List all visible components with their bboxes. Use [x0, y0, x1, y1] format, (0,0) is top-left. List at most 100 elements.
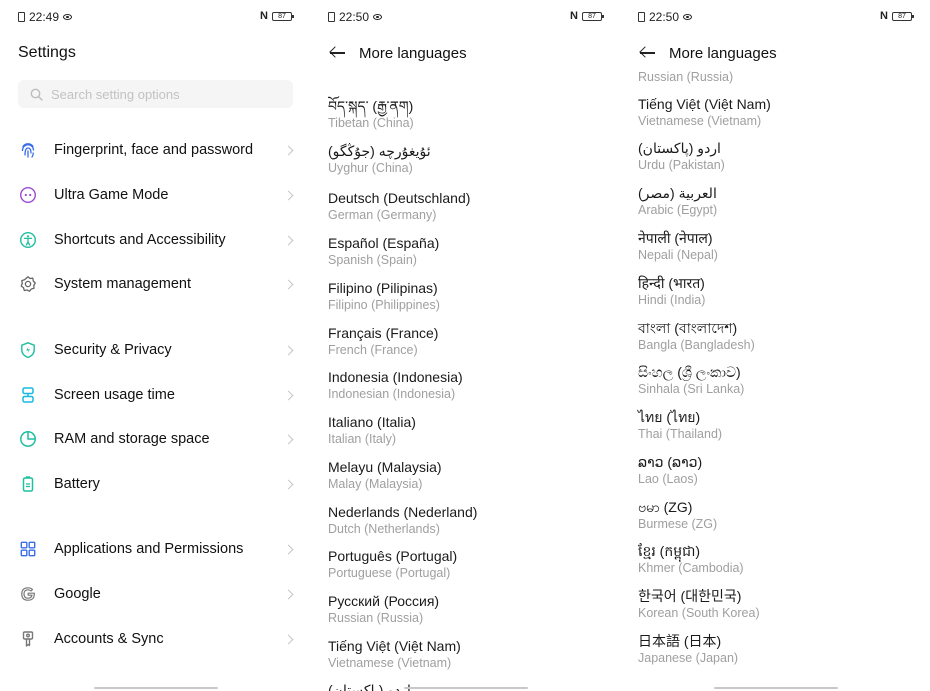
menu-item-ram-storage[interactable]: RAM and storage space — [18, 424, 298, 454]
status-bar: 22:50 N 87 — [328, 10, 604, 26]
status-bar: 22:49 N 87 — [18, 10, 294, 26]
menu-item-security-privacy[interactable]: Security & Privacy — [18, 335, 298, 365]
language-native-name: Filipino (Pilipinas) — [328, 280, 438, 296]
menu-item-shortcuts-accessibility[interactable]: Shortcuts and Accessibility — [18, 225, 298, 255]
language-item[interactable]: اردو (پاکستان) Urdu (Pakistan) — [638, 139, 918, 179]
accessibility-icon — [18, 230, 38, 250]
language-native-name: ລາວ (ລາວ) — [638, 454, 703, 470]
language-item[interactable]: 한국어 (대한민국) Korean (South Korea) — [638, 587, 918, 627]
language-english-name: Portuguese (Portugal) — [328, 566, 451, 580]
menu-item-accounts-sync[interactable]: Accounts & Sync — [18, 624, 298, 654]
language-native-name: Deutsch (Deutschland) — [328, 190, 471, 206]
menu-item-google[interactable]: Google — [18, 579, 298, 609]
home-indicator[interactable] — [714, 687, 838, 689]
settings-screen: 22:49 N 87 Settings Fingerprint, face an… — [0, 0, 310, 691]
menu-item-label: Shortcuts and Accessibility — [54, 232, 226, 248]
language-item[interactable]: Nederlands (Nederland) Dutch (Netherland… — [328, 503, 608, 543]
language-english-name: Bangla (Bangladesh) — [638, 338, 755, 352]
language-item[interactable]: Melayu (Malaysia) Malay (Malaysia) — [328, 458, 608, 498]
language-native-name: ဗမာ (ZG) — [638, 499, 693, 515]
language-item[interactable]: Deutsch (Deutschland) German (Germany) — [328, 189, 608, 229]
language-native-name: বাংলা (বাংলাদেশ) — [638, 320, 738, 336]
chevron-right-icon — [283, 634, 294, 644]
chevron-right-icon — [283, 479, 294, 489]
google-icon — [18, 584, 38, 604]
menu-item-label: RAM and storage space — [54, 431, 210, 447]
back-arrow-icon[interactable] — [638, 43, 658, 63]
home-indicator[interactable] — [94, 687, 218, 689]
hourglass-icon — [18, 385, 38, 405]
status-bar: 22:50 N 87 — [638, 10, 914, 26]
gamepad-icon — [18, 185, 38, 205]
language-english-name: Filipino (Philippines) — [328, 298, 440, 312]
grid-icon — [18, 539, 38, 559]
pie-chart-icon — [18, 429, 38, 449]
language-item[interactable]: اردو (پاکستان) — [328, 681, 608, 691]
language-item[interactable]: Tiếng Việt (Việt Nam) Vietnamese (Vietna… — [638, 95, 918, 135]
chevron-right-icon — [283, 434, 294, 444]
status-time: 22:50 — [649, 10, 680, 24]
language-item[interactable]: ไทย (ไทย) Thai (Thailand) — [638, 408, 918, 448]
language-item[interactable]: 日本語 (日本) Japanese (Japan) — [638, 632, 918, 672]
language-item[interactable]: Tiếng Việt (Việt Nam) Vietnamese (Vietna… — [328, 637, 608, 677]
fingerprint-icon — [18, 140, 38, 160]
language-item[interactable]: ဗမာ (ZG) Burmese (ZG) — [638, 498, 918, 538]
language-english-name: German (Germany) — [328, 208, 437, 222]
language-native-name: Indonesia (Indonesia) — [328, 369, 463, 385]
language-native-name: नेपाली (नेपाल) — [638, 230, 713, 246]
language-item[interactable]: ខ្មែរ (កម្ពុជា) Khmer (Cambodia) — [638, 542, 918, 582]
language-item[interactable]: Русский (Россия) Russian (Russia) — [328, 592, 608, 632]
menu-item-applications-permissions[interactable]: Applications and Permissions — [18, 534, 298, 564]
language-item[interactable]: Italiano (Italia) Italian (Italy) — [328, 413, 608, 453]
menu-item-ultra-game-mode[interactable]: Ultra Game Mode — [18, 180, 298, 210]
language-item[interactable]: العربية (مصر) Arabic (Egypt) — [638, 184, 918, 224]
language-native-name: Español (España) — [328, 235, 440, 251]
language-english-name: Nepali (Nepal) — [638, 248, 718, 262]
language-english-name: Khmer (Cambodia) — [638, 561, 744, 575]
language-native-name: العربية (مصر) — [638, 185, 717, 201]
language-item[interactable]: Filipino (Pilipinas) Filipino (Philippin… — [328, 279, 608, 319]
language-english-name: Japanese (Japan) — [638, 651, 739, 665]
menu-item-label: Security & Privacy — [54, 342, 172, 358]
language-item[interactable]: සිංහල (ශ්‍රී ලංකාව) Sinhala (Sri Lanka) — [638, 363, 918, 403]
language-item[interactable]: नेपाली (नेपाल) Nepali (Nepal) — [638, 229, 918, 269]
language-english-name: Indonesian (Indonesia) — [328, 387, 456, 401]
eye-icon — [63, 14, 73, 20]
menu-item-label: System management — [54, 276, 192, 292]
page-title: Settings — [18, 44, 76, 61]
language-item[interactable]: Español (España) Spanish (Spain) — [328, 234, 608, 274]
language-item[interactable]: Français (France) French (France) — [328, 324, 608, 364]
menu-item-fingerprint[interactable]: Fingerprint, face and password — [18, 135, 298, 165]
language-native-name: Italiano (Italia) — [328, 414, 416, 430]
chevron-right-icon — [283, 589, 294, 599]
back-arrow-icon[interactable] — [328, 43, 348, 63]
language-item[interactable]: Português (Portugal) Portuguese (Portuga… — [328, 547, 608, 587]
language-native-name: Tiếng Việt (Việt Nam) — [638, 96, 771, 112]
search-input[interactable] — [51, 86, 271, 102]
page-title: More languages — [669, 44, 777, 62]
language-english-name: Hindi (India) — [638, 293, 706, 307]
chevron-right-icon — [283, 190, 294, 200]
language-native-name: اردو (پاکستان) — [638, 140, 721, 156]
menu-item-screen-usage-time[interactable]: Screen usage time — [18, 380, 298, 410]
language-item[interactable]: ລາວ (ລາວ) Lao (Laos) — [638, 453, 918, 493]
language-native-name: ไทย (ไทย) — [638, 409, 701, 425]
menu-item-battery[interactable]: Battery — [18, 469, 298, 499]
language-english-name: Italian (Italy) — [328, 432, 397, 446]
language-english-name: Arabic (Egypt) — [638, 203, 718, 217]
language-native-name: Português (Portugal) — [328, 548, 458, 564]
language-native-name: 한국어 (대한민국) — [638, 588, 742, 604]
language-item[interactable]: བོད་སྐད་ (རྒྱ་ནག) Tibetan (China) — [328, 97, 608, 137]
language-item[interactable]: Indonesia (Indonesia) Indonesian (Indone… — [328, 368, 608, 408]
menu-item-system-management[interactable]: System management — [18, 269, 298, 299]
language-english-name: Korean (South Korea) — [638, 606, 760, 620]
language-item[interactable]: हिन्दी (भारत) Hindi (India) — [638, 274, 918, 314]
language-item[interactable]: বাংলা (বাংলাদেশ) Bangla (Bangladesh) — [638, 319, 918, 359]
search-bar[interactable] — [18, 80, 293, 108]
search-icon — [30, 88, 43, 101]
sim-icon — [328, 12, 335, 22]
language-native-name: සිංහල (ශ්‍රී ලංකාව) — [638, 364, 741, 380]
home-indicator[interactable] — [404, 687, 528, 689]
language-item[interactable]: ئۇيغۇرچە (جۇڭگو) Uyghur (China) — [328, 142, 608, 182]
language-english-name: Spanish (Spain) — [328, 253, 417, 267]
